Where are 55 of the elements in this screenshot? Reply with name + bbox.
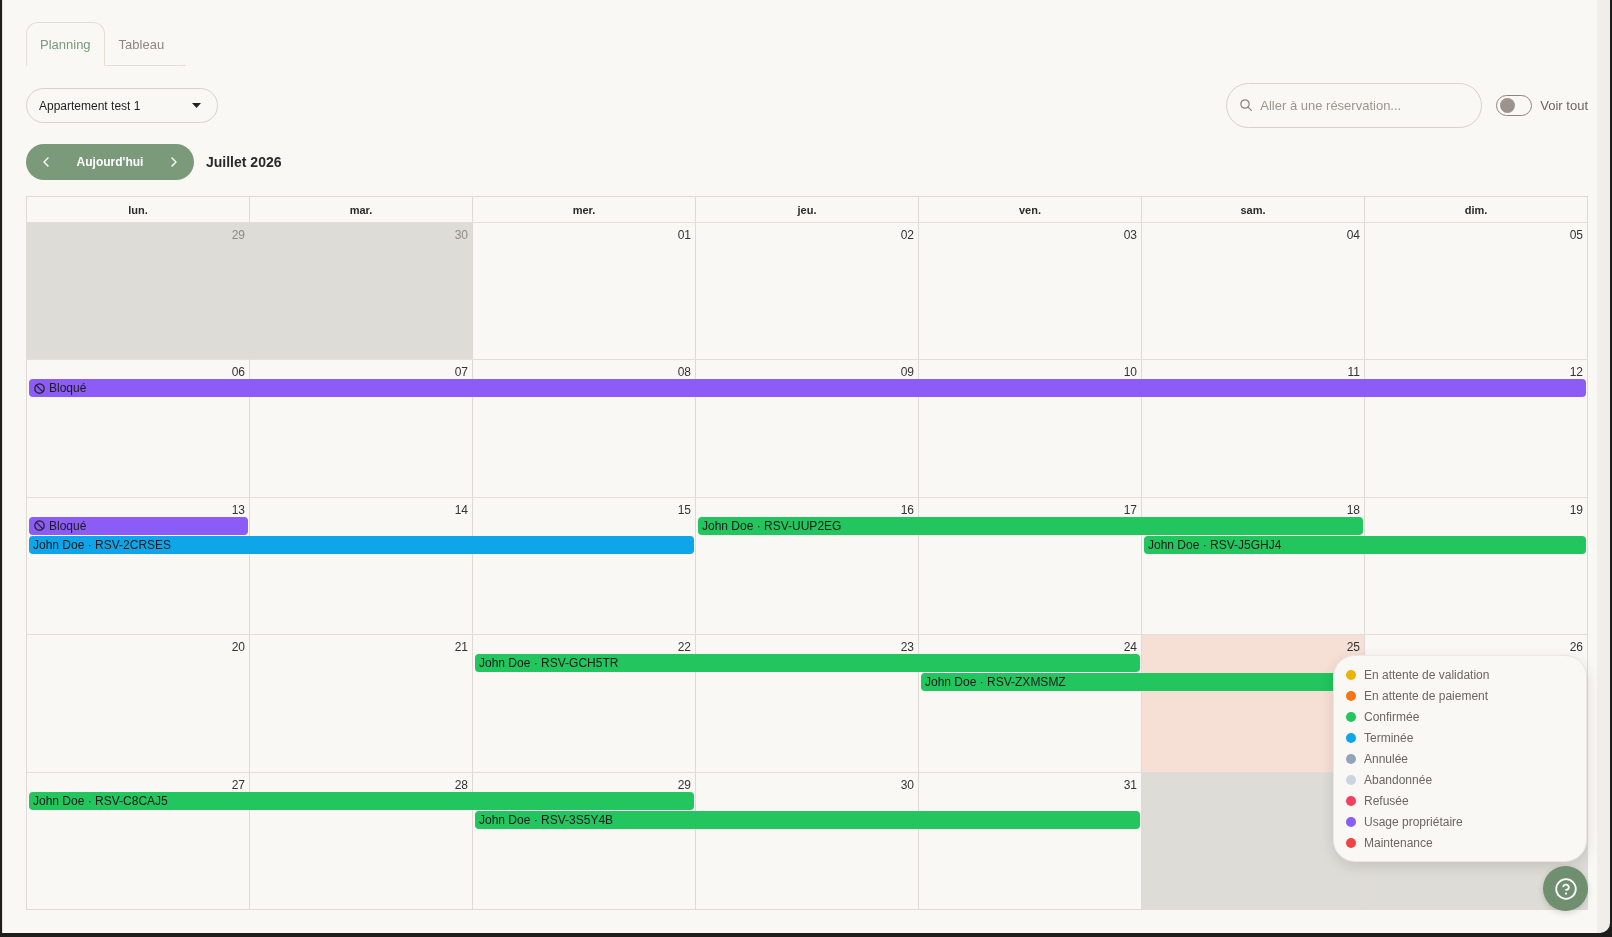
legend-label: Abandonnée bbox=[1364, 772, 1433, 787]
day-number: 27 bbox=[231, 777, 246, 792]
day-number: 16 bbox=[900, 502, 915, 517]
day-number: 18 bbox=[1346, 502, 1361, 517]
chevron-right-icon bbox=[171, 157, 177, 167]
legend-label: Usage propriétaire bbox=[1364, 814, 1463, 829]
day-number: 19 bbox=[1569, 502, 1584, 517]
day-number: 01 bbox=[677, 228, 692, 242]
help-icon bbox=[1554, 877, 1577, 900]
property-dropdown[interactable]: Appartement test 1 bbox=[26, 88, 218, 123]
day-number: 08 bbox=[677, 365, 692, 380]
legend-label: Confirmée bbox=[1364, 709, 1420, 724]
day-number: 02 bbox=[900, 228, 915, 242]
day-number: 09 bbox=[900, 365, 915, 380]
day-number: 21 bbox=[454, 640, 469, 655]
day-number: 31 bbox=[1123, 777, 1138, 792]
day-number: 10 bbox=[1123, 365, 1138, 380]
day-number: 30 bbox=[454, 228, 469, 242]
day-number: 07 bbox=[454, 365, 469, 380]
chevron-left-icon bbox=[43, 157, 49, 167]
ban-icon bbox=[34, 382, 45, 394]
day-number: 30 bbox=[900, 777, 915, 792]
day-number: 11 bbox=[1347, 365, 1361, 380]
ban-icon bbox=[34, 520, 45, 532]
legend-label: Annulée bbox=[1364, 751, 1409, 766]
day-number: 28 bbox=[454, 777, 469, 792]
day-number: 06 bbox=[231, 365, 246, 380]
day-number: 13 bbox=[231, 502, 246, 517]
search-icon bbox=[1240, 99, 1253, 111]
day-number: 29 bbox=[677, 777, 692, 792]
day-number: 20 bbox=[231, 640, 246, 655]
day-number: 17 bbox=[1123, 502, 1138, 517]
day-number: 29 bbox=[231, 228, 246, 242]
day-number: 24 bbox=[1123, 640, 1138, 655]
day-number: 23 bbox=[900, 640, 915, 655]
day-number: 22 bbox=[677, 640, 692, 655]
blocked-bar[interactable]: Bloqué bbox=[29, 379, 1586, 398]
toggle-label: Voir tout bbox=[1540, 98, 1588, 113]
month-title: Juillet 2026 bbox=[206, 154, 282, 170]
caret-icon bbox=[192, 103, 201, 108]
legend-label: Refusée bbox=[1364, 793, 1409, 808]
day-number: 03 bbox=[1123, 228, 1138, 242]
day-number: 04 bbox=[1346, 228, 1361, 242]
day-number: 26 bbox=[1569, 640, 1584, 655]
day-number: 25 bbox=[1346, 640, 1361, 655]
reservation-bar[interactable]: John Doe · RSV-GCH5TR bbox=[475, 654, 1140, 673]
legend-label: Terminée bbox=[1364, 730, 1414, 745]
legend-label: Maintenance bbox=[1364, 835, 1433, 850]
day-number: 15 bbox=[677, 502, 692, 517]
day-number: 14 bbox=[454, 502, 469, 517]
legend-label: En attente de validation bbox=[1364, 667, 1490, 682]
legend-label: En attente de paiement bbox=[1364, 688, 1489, 703]
search-field[interactable]: Aller à une réservation... bbox=[1226, 83, 1483, 128]
day-number: 05 bbox=[1569, 228, 1584, 242]
day-number: 12 bbox=[1569, 365, 1584, 380]
